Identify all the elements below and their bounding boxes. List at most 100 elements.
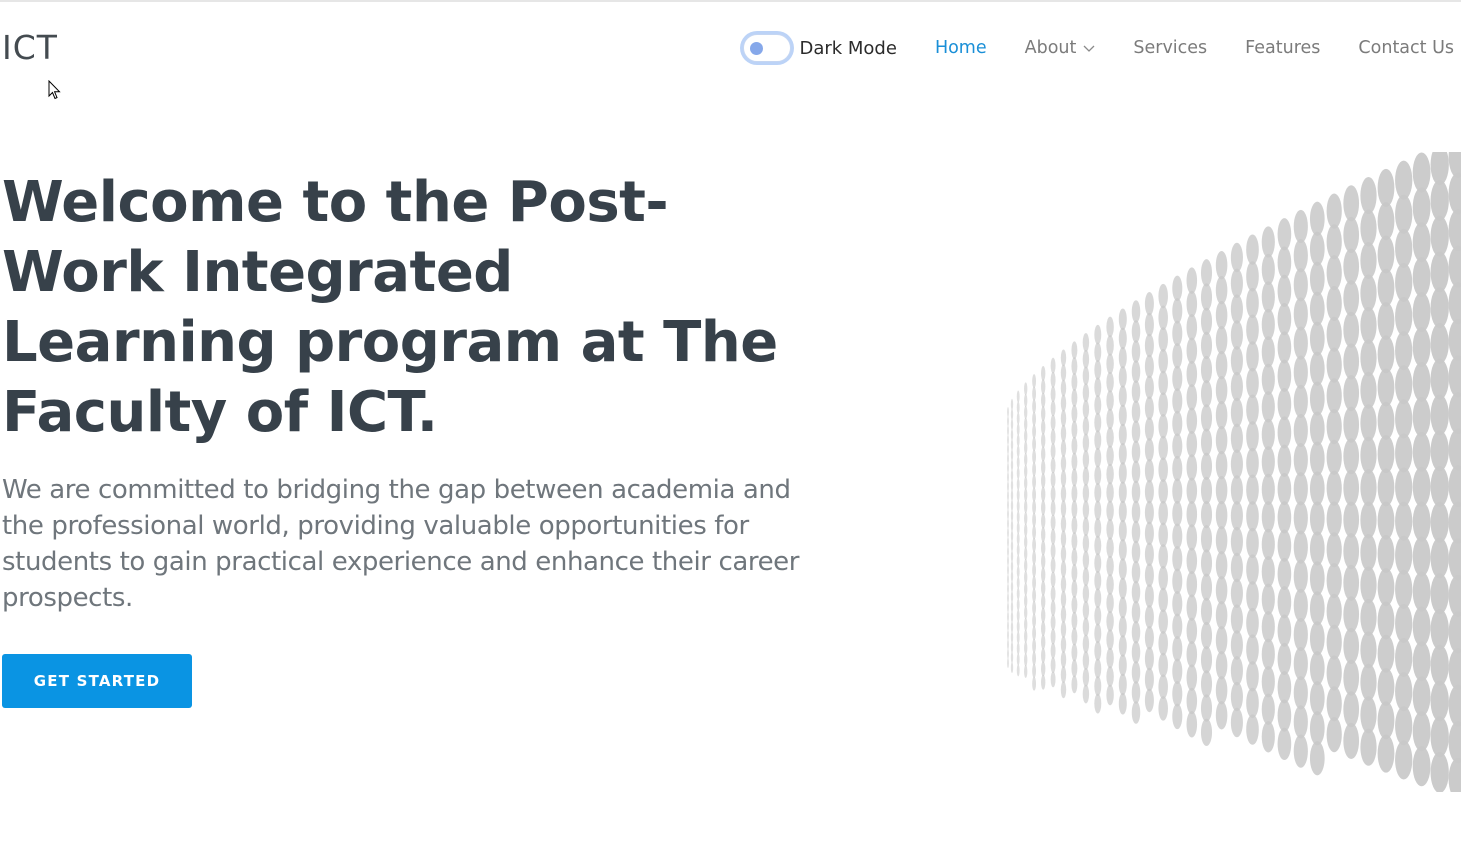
dark-mode-toggle[interactable]: Dark Mode	[743, 34, 897, 62]
pattern-dot	[1024, 429, 1028, 443]
nav-services[interactable]: Services	[1133, 38, 1207, 58]
pattern-dot	[1395, 467, 1413, 507]
pattern-dot	[1016, 664, 1020, 677]
pattern-dot	[1010, 570, 1014, 582]
pattern-dot	[1158, 392, 1168, 417]
pattern-dot	[1041, 674, 1046, 690]
pattern-dot	[1010, 469, 1014, 481]
pattern-dot	[1377, 734, 1395, 773]
pattern-dot	[1024, 382, 1028, 396]
pattern-dot	[1430, 322, 1449, 365]
pattern-dot	[1360, 274, 1377, 312]
pattern-dot	[1200, 694, 1213, 722]
pattern-dot	[1082, 533, 1090, 553]
pattern-dot	[1010, 621, 1014, 633]
pattern-dot	[1377, 468, 1395, 507]
pattern-dot	[1261, 611, 1275, 643]
pattern-dot	[1158, 565, 1168, 591]
pattern-dot	[1144, 542, 1154, 567]
pattern-dot	[1016, 500, 1020, 513]
pattern-dot	[1007, 546, 1009, 557]
pattern-dot	[1082, 467, 1090, 486]
pattern-dot	[1395, 399, 1413, 439]
pattern-dot	[1106, 463, 1114, 485]
pattern-dot	[1041, 634, 1046, 650]
pattern-dot	[1131, 681, 1141, 704]
pattern-dot	[1377, 268, 1395, 307]
pattern-dot	[1377, 301, 1395, 341]
pattern-dot	[1144, 667, 1154, 692]
pattern-dot	[1060, 500, 1067, 518]
pattern-dot	[1412, 501, 1431, 542]
pattern-dot	[1309, 201, 1325, 236]
pattern-dot	[1007, 472, 1009, 483]
pattern-dot	[1246, 661, 1259, 692]
pattern-dot	[1024, 523, 1028, 537]
pattern-dot	[1293, 355, 1308, 389]
nav-about-label: About	[1024, 38, 1077, 58]
pattern-dot	[1158, 631, 1168, 656]
pattern-dot	[1131, 600, 1141, 624]
pattern-dot	[1050, 585, 1056, 602]
pattern-dot	[1082, 450, 1090, 469]
pattern-dot	[1343, 375, 1360, 412]
pattern-dot	[1430, 358, 1449, 400]
pattern-dot	[1010, 520, 1014, 532]
pattern-dot	[1041, 567, 1046, 583]
pattern-dot	[1016, 456, 1020, 469]
pattern-dot	[1024, 464, 1028, 478]
nav-contact[interactable]: Contact Us	[1358, 38, 1454, 58]
pattern-dot	[1200, 646, 1213, 674]
pattern-dot	[1024, 405, 1028, 419]
pattern-dot	[1050, 642, 1056, 659]
nav-home[interactable]: Home	[935, 38, 987, 58]
pattern-dot	[1024, 547, 1028, 561]
pattern-dot	[1060, 530, 1067, 548]
pattern-dot	[1016, 642, 1020, 655]
pattern-dot	[1144, 438, 1154, 462]
pattern-dot	[1094, 518, 1102, 538]
pattern-dot	[1230, 397, 1243, 428]
pattern-dot	[1050, 443, 1056, 460]
pattern-dot	[1343, 501, 1360, 538]
pattern-dot	[1007, 658, 1009, 669]
pattern-dot	[1094, 465, 1102, 486]
pattern-dot	[1082, 383, 1090, 403]
pattern-dot	[1215, 350, 1228, 380]
pattern-dot	[1094, 412, 1102, 433]
get-started-button[interactable]: GET STARTED	[2, 654, 192, 708]
pattern-dot	[1016, 587, 1020, 600]
pattern-dot	[1016, 511, 1020, 523]
pattern-dot	[1131, 661, 1141, 684]
toggle-switch-icon[interactable]	[743, 34, 792, 62]
pattern-dot	[1144, 521, 1154, 546]
pattern-dot	[1186, 711, 1198, 738]
pattern-dot	[1060, 606, 1067, 623]
pattern-dot	[1395, 331, 1413, 371]
pattern-dot	[1326, 716, 1342, 753]
pattern-dot	[1412, 257, 1431, 298]
pattern-dot	[1430, 430, 1449, 472]
pattern-dot	[1293, 239, 1308, 273]
pattern-dot	[1118, 596, 1127, 619]
pattern-dot	[1082, 483, 1090, 503]
pattern-dot	[1144, 396, 1154, 420]
pattern-dot	[1144, 312, 1154, 337]
pattern-dot	[1246, 527, 1259, 559]
pattern-dot	[1060, 666, 1067, 684]
pattern-dot	[1172, 545, 1183, 572]
pattern-dot	[1200, 452, 1213, 481]
pattern-dot	[1131, 360, 1141, 383]
nav-features[interactable]: Features	[1245, 38, 1320, 58]
pattern-dot	[1118, 615, 1127, 638]
pattern-dot	[1010, 601, 1014, 613]
pattern-dot	[1007, 444, 1009, 455]
pattern-dot	[1144, 626, 1154, 650]
pattern-dot	[1050, 500, 1056, 517]
pattern-dot	[1118, 577, 1127, 600]
pattern-dot	[1395, 365, 1413, 405]
nav-about[interactable]: About	[1025, 38, 1096, 58]
pattern-dot	[1082, 667, 1090, 687]
pattern-dot	[1158, 500, 1168, 526]
logo[interactable]: ICT	[2, 28, 58, 68]
